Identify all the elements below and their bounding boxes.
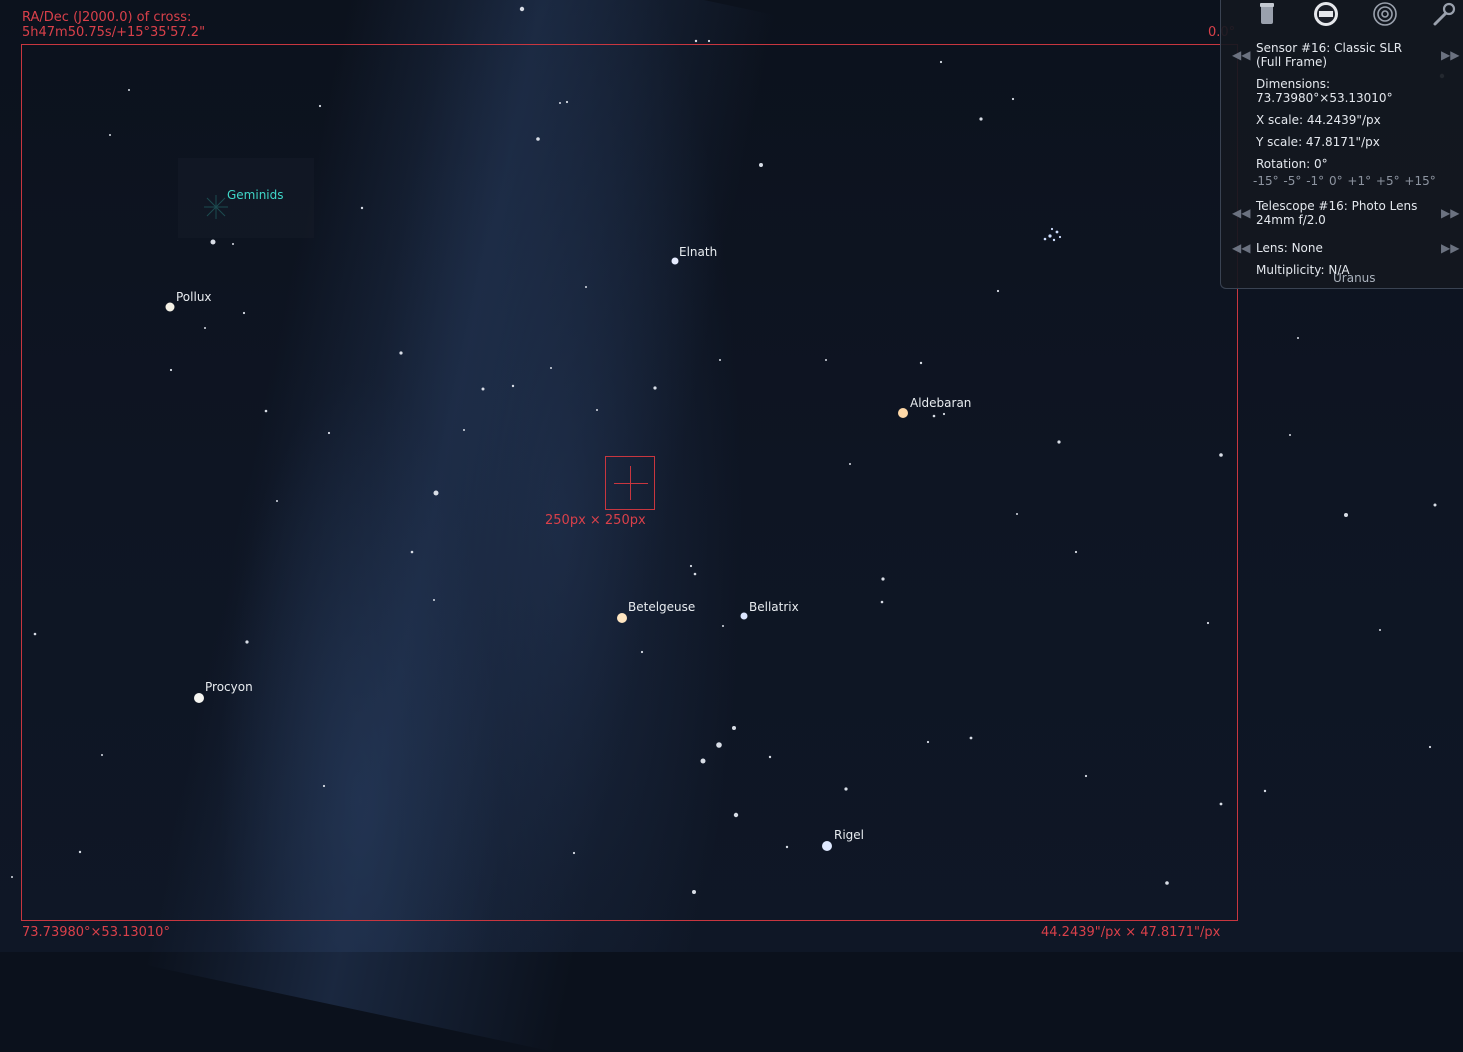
label-betelgeuse[interactable]: Betelgeuse bbox=[628, 600, 695, 614]
scale-readout: 44.2439"/px × 47.8171"/px bbox=[1041, 925, 1221, 940]
previous-sensor-arrow-icon[interactable]: ◀◀ bbox=[1232, 48, 1250, 62]
previous-telescope-arrow-icon[interactable]: ◀◀ bbox=[1232, 206, 1250, 220]
telescope-name-line1: Telescope #16: Photo Lens bbox=[1256, 199, 1418, 213]
rotation-step-buttons[interactable]: -15° -5° -1° 0° +1° +5° +15° bbox=[1253, 174, 1436, 188]
cross-coords-label: RA/Dec (J2000.0) of cross: bbox=[22, 10, 192, 25]
target-icon[interactable] bbox=[1370, 0, 1400, 28]
rotation: Rotation: 0° bbox=[1256, 157, 1328, 171]
label-pollux[interactable]: Pollux bbox=[176, 290, 212, 304]
fov-readout: 73.73980°×53.13010° bbox=[22, 925, 170, 940]
crosshair-horizontal bbox=[614, 483, 648, 484]
y-scale: Y scale: 47.8171"/px bbox=[1256, 135, 1380, 149]
label-geminids[interactable]: Geminids bbox=[227, 188, 284, 202]
label-procyon[interactable]: Procyon bbox=[205, 680, 253, 694]
next-sensor-arrow-icon[interactable]: ▶▶ bbox=[1441, 48, 1459, 62]
lens: Lens: None bbox=[1256, 241, 1323, 255]
telescope-icon[interactable] bbox=[1252, 0, 1282, 28]
crosshair-vertical bbox=[630, 466, 631, 500]
x-scale: X scale: 44.2439"/px bbox=[1256, 113, 1381, 127]
next-lens-arrow-icon[interactable]: ▶▶ bbox=[1441, 241, 1459, 255]
previous-lens-arrow-icon[interactable]: ◀◀ bbox=[1232, 241, 1250, 255]
oculars-panel: ◀◀ Sensor #16: Classic SLR (Full Frame) … bbox=[1220, 0, 1463, 289]
cross-coords-value: 5h47m50.75s/+15°35'57.2" bbox=[22, 25, 206, 40]
telescope-name-line2: 24mm f/2.0 bbox=[1256, 213, 1326, 227]
dimensions-value: 73.73980°×53.13010° bbox=[1256, 91, 1393, 105]
next-telescope-arrow-icon[interactable]: ▶▶ bbox=[1441, 206, 1459, 220]
label-rigel[interactable]: Rigel bbox=[834, 828, 864, 842]
sensor-name-line2: (Full Frame) bbox=[1256, 55, 1328, 69]
label-bellatrix[interactable]: Bellatrix bbox=[749, 600, 799, 614]
wrench-icon[interactable] bbox=[1429, 0, 1459, 28]
sensor-icon[interactable] bbox=[1311, 0, 1341, 28]
sensor-name-line1: Sensor #16: Classic SLR bbox=[1256, 41, 1403, 55]
label-uranus[interactable]: Uranus bbox=[1333, 271, 1376, 285]
label-elnath[interactable]: Elnath bbox=[679, 245, 717, 259]
dimensions-label: Dimensions: bbox=[1256, 77, 1331, 91]
label-aldebaran[interactable]: Aldebaran bbox=[910, 396, 971, 410]
